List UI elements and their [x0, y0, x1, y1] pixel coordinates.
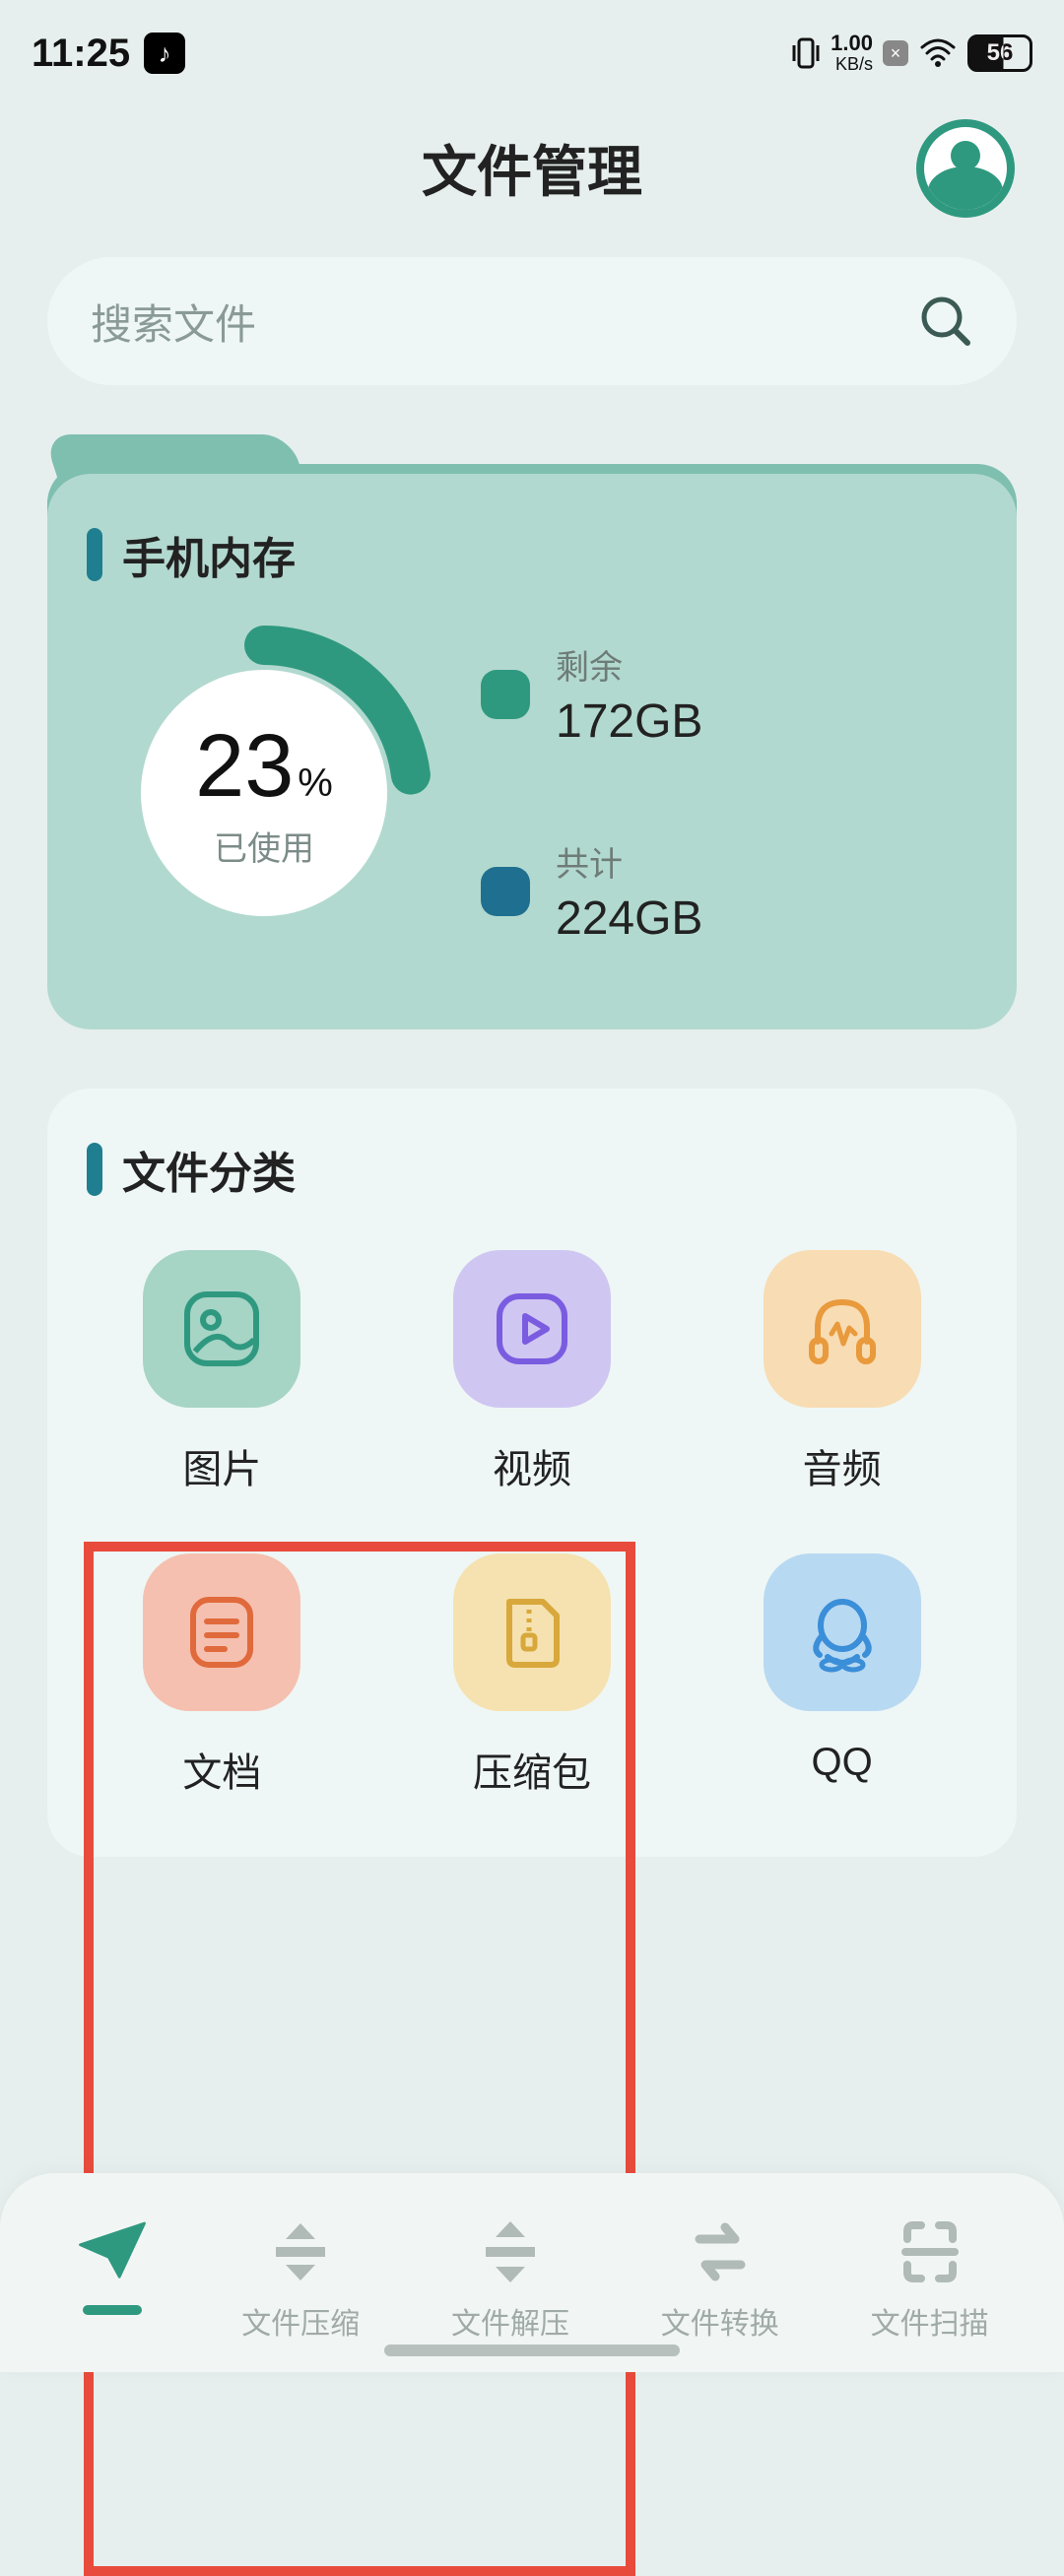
search-input[interactable]: 搜索文件: [47, 257, 1017, 385]
storage-used-label: 已使用: [214, 822, 314, 870]
network-speed: 1.00KB/s: [831, 33, 873, 74]
paper-plane-icon: [75, 2214, 150, 2289]
storage-card[interactable]: 手机内存 23 % 已使用: [47, 474, 1017, 1029]
nav-scan[interactable]: 文件扫描: [871, 2214, 989, 2343]
category-video[interactable]: 视频: [397, 1250, 668, 1494]
close-badge-icon: ×: [883, 40, 908, 66]
wifi-icon: [918, 37, 958, 69]
nav-convert[interactable]: 文件转换: [661, 2214, 779, 2343]
nav-home[interactable]: [75, 2214, 150, 2343]
compress-icon: [263, 2214, 338, 2289]
category-qq[interactable]: QQ: [706, 1553, 977, 1798]
storage-title: 手机内存: [87, 523, 977, 586]
page-title: 文件管理: [422, 128, 642, 208]
search-icon: [918, 294, 973, 349]
storage-remaining: 剩余 172GB: [481, 640, 702, 749]
vibrate-icon: [791, 35, 821, 71]
category-document[interactable]: 文档: [87, 1553, 358, 1798]
qq-icon: [764, 1553, 921, 1711]
home-indicator[interactable]: [384, 2345, 680, 2356]
category-images[interactable]: 图片: [87, 1250, 358, 1494]
profile-avatar[interactable]: [916, 119, 1015, 218]
storage-percent-value: 23: [195, 716, 294, 818]
categories-card: 文件分类 图片 视频 音频 文档: [47, 1089, 1017, 1857]
search-placeholder: 搜索文件: [91, 292, 256, 352]
zip-icon: [453, 1553, 611, 1711]
dot-total-icon: [481, 867, 530, 916]
category-archive[interactable]: 压缩包: [397, 1553, 668, 1798]
document-icon: [143, 1553, 300, 1711]
app-header: 文件管理: [0, 89, 1064, 237]
image-icon: [143, 1250, 300, 1408]
video-icon: [453, 1250, 611, 1408]
battery-indicator: 56: [967, 34, 1032, 72]
category-audio[interactable]: 音频: [706, 1250, 977, 1494]
nav-decompress[interactable]: 文件解压: [451, 2214, 569, 2343]
tiktok-icon: ♪: [144, 33, 185, 74]
bottom-nav: 文件压缩 文件解压 文件转换 文件扫描: [0, 2173, 1064, 2372]
convert-icon: [683, 2214, 758, 2289]
storage-gauge: 23 % 已使用: [87, 616, 441, 970]
categories-title: 文件分类: [87, 1138, 977, 1201]
status-time: 11:25: [32, 32, 130, 76]
audio-icon: [764, 1250, 921, 1408]
storage-percent-symbol: %: [298, 761, 333, 806]
scan-icon: [893, 2214, 967, 2289]
status-bar: 11:25 ♪ 1.00KB/s × 56: [0, 0, 1064, 89]
nav-compress[interactable]: 文件压缩: [241, 2214, 360, 2343]
dot-remaining-icon: [481, 670, 530, 719]
decompress-icon: [473, 2214, 548, 2289]
storage-total: 共计 224GB: [481, 837, 702, 946]
